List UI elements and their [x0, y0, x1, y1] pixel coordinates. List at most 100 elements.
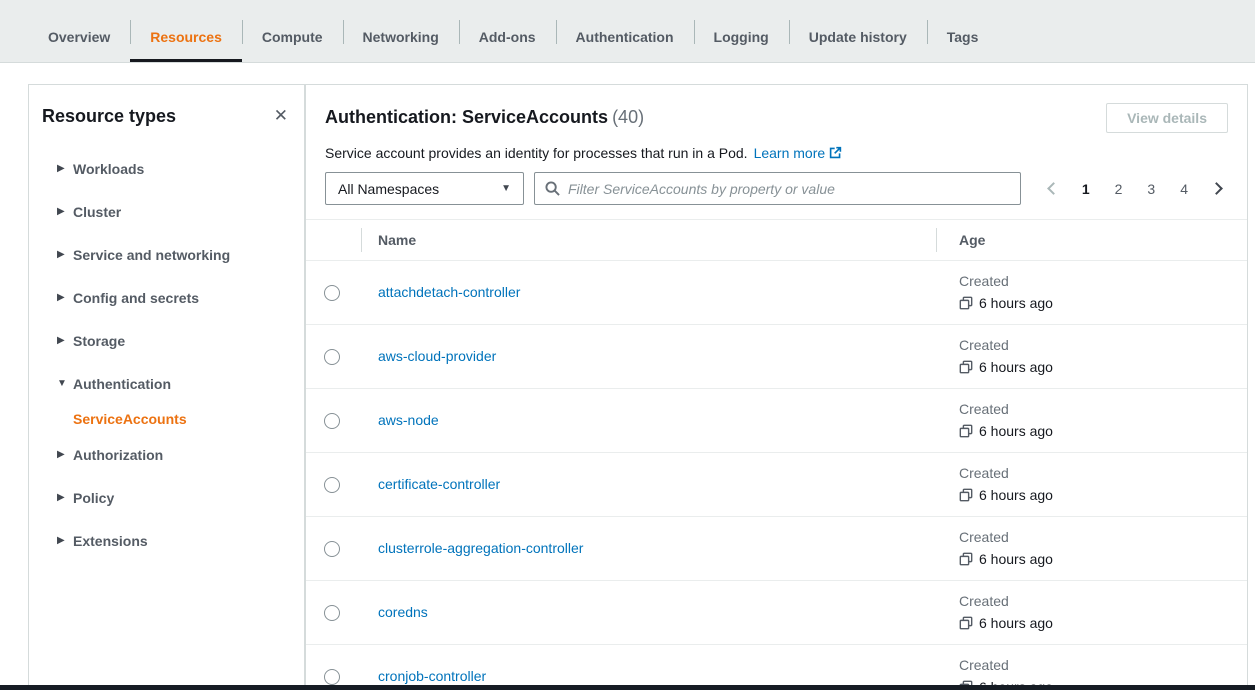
tab-bar: Overview Resources Compute Networking Ad…	[0, 0, 1255, 63]
pagination: 1 2 3 4	[1043, 179, 1228, 199]
row-radio[interactable]	[324, 285, 340, 301]
external-link-icon	[829, 146, 842, 159]
sidebar-item-label: Extensions	[73, 533, 148, 549]
sidebar-item-cluster[interactable]: ▶ Cluster	[29, 190, 304, 233]
page-button-2[interactable]: 2	[1108, 179, 1130, 199]
table-row: certificate-controller Created 6 hours a…	[306, 453, 1247, 517]
namespace-select[interactable]: All Namespaces ▼	[325, 172, 524, 205]
tab-tags[interactable]: Tags	[927, 0, 999, 62]
resource-types-header: Resource types ✕	[29, 85, 304, 129]
sidebar-item-extensions[interactable]: ▶ Extensions	[29, 519, 304, 562]
namespace-select-value: All Namespaces	[338, 181, 439, 197]
page-button-3[interactable]: 3	[1140, 179, 1162, 199]
resource-link[interactable]: coredns	[361, 604, 428, 620]
panel-title: Resource types	[42, 103, 176, 129]
copy-icon[interactable]	[959, 488, 973, 502]
age-cell: Created 6 hours ago	[936, 527, 1247, 571]
sidebar-item-label: Workloads	[73, 161, 144, 177]
view-details-button[interactable]: View details	[1106, 103, 1228, 133]
copy-icon[interactable]	[959, 360, 973, 374]
tab-label: Resources	[150, 29, 222, 45]
tab-label: Authentication	[576, 29, 674, 45]
sidebar-item-authorization[interactable]: ▶ Authorization	[29, 433, 304, 476]
chevron-right-icon: ▶	[57, 163, 73, 174]
panel-header: Authentication: ServiceAccounts(40) View…	[306, 85, 1247, 205]
tab-authentication[interactable]: Authentication	[556, 0, 694, 62]
row-radio[interactable]	[324, 477, 340, 493]
resource-link[interactable]: cronjob-controller	[361, 668, 486, 684]
age-cell: Created 6 hours ago	[936, 271, 1247, 315]
age-value: 6 hours ago	[979, 547, 1053, 571]
tab-overview[interactable]: Overview	[28, 0, 130, 62]
created-label: Created	[959, 655, 1247, 675]
sidebar-item-service-and-networking[interactable]: ▶ Service and networking	[29, 233, 304, 276]
table-row: cronjob-controller Created 6 hours ago	[306, 645, 1247, 690]
item-count: (40)	[612, 107, 644, 127]
sidebar-item-config-and-secrets[interactable]: ▶ Config and secrets	[29, 276, 304, 319]
chevron-left-icon[interactable]	[1047, 182, 1060, 195]
age-value: 6 hours ago	[979, 355, 1053, 379]
page-button-4[interactable]: 4	[1173, 179, 1195, 199]
copy-icon[interactable]	[959, 616, 973, 630]
sidebar-item-label: Authorization	[73, 447, 163, 463]
sidebar-item-authentication[interactable]: ▼ Authentication	[29, 362, 304, 405]
page-title-text: Authentication: ServiceAccounts	[325, 107, 608, 127]
age-cell: Created 6 hours ago	[936, 591, 1247, 635]
tab-label: Logging	[714, 29, 769, 45]
table-header: Name Age	[306, 219, 1247, 261]
row-radio[interactable]	[324, 413, 340, 429]
created-label: Created	[959, 527, 1247, 547]
tab-update-history[interactable]: Update history	[789, 0, 927, 62]
tab-label: Overview	[48, 29, 110, 45]
close-icon[interactable]: ✕	[272, 105, 290, 127]
sidebar-item-label: Service and networking	[73, 247, 230, 263]
tab-label: Compute	[262, 29, 323, 45]
created-label: Created	[959, 591, 1247, 611]
learn-more-link[interactable]: Learn more	[754, 145, 843, 161]
sidebar-item-label: Authentication	[73, 376, 171, 392]
column-header-name: Name	[361, 232, 936, 248]
age-value: 6 hours ago	[979, 291, 1053, 315]
sidebar-item-storage[interactable]: ▶ Storage	[29, 319, 304, 362]
description-text: Service account provides an identity for…	[325, 145, 748, 161]
search-box[interactable]	[534, 172, 1021, 205]
sidebar-item-label: Policy	[73, 490, 114, 506]
resource-link[interactable]: certificate-controller	[361, 476, 500, 492]
table-row: aws-cloud-provider Created 6 hours ago	[306, 325, 1247, 389]
tab-compute[interactable]: Compute	[242, 0, 343, 62]
resource-link[interactable]: attachdetach-controller	[361, 284, 520, 300]
created-label: Created	[959, 271, 1247, 291]
search-icon	[545, 181, 560, 196]
caret-down-icon: ▼	[501, 183, 511, 194]
tab-networking[interactable]: Networking	[343, 0, 459, 62]
sidebar-item-workloads[interactable]: ▶ Workloads	[29, 147, 304, 190]
search-input[interactable]	[568, 181, 1010, 197]
resource-link[interactable]: clusterrole-aggregation-controller	[361, 540, 583, 556]
serviceaccounts-panel: Authentication: ServiceAccounts(40) View…	[305, 84, 1248, 690]
chevron-right-icon: ▶	[57, 206, 73, 217]
row-radio[interactable]	[324, 541, 340, 557]
tab-resources[interactable]: Resources	[130, 0, 242, 62]
age-cell: Created 6 hours ago	[936, 463, 1247, 507]
chevron-right-icon[interactable]	[1210, 182, 1223, 195]
resource-link[interactable]: aws-node	[361, 412, 439, 428]
tab-add-ons[interactable]: Add-ons	[459, 0, 556, 62]
resource-link[interactable]: aws-cloud-provider	[361, 348, 496, 364]
copy-icon[interactable]	[959, 296, 973, 310]
created-label: Created	[959, 399, 1247, 419]
page-button-1[interactable]: 1	[1075, 179, 1097, 199]
age-value: 6 hours ago	[979, 419, 1053, 443]
copy-icon[interactable]	[959, 552, 973, 566]
row-radio[interactable]	[324, 669, 340, 685]
age-value: 6 hours ago	[979, 483, 1053, 507]
sidebar-item-serviceaccounts[interactable]: ServiceAccounts	[29, 405, 304, 433]
copy-icon[interactable]	[959, 424, 973, 438]
page-title: Authentication: ServiceAccounts(40)	[325, 107, 644, 128]
row-radio[interactable]	[324, 349, 340, 365]
table-row: aws-node Created 6 hours ago	[306, 389, 1247, 453]
tab-logging[interactable]: Logging	[694, 0, 789, 62]
row-radio[interactable]	[324, 605, 340, 621]
chevron-right-icon: ▶	[57, 535, 73, 546]
sidebar-item-policy[interactable]: ▶ Policy	[29, 476, 304, 519]
age-value: 6 hours ago	[979, 611, 1053, 635]
